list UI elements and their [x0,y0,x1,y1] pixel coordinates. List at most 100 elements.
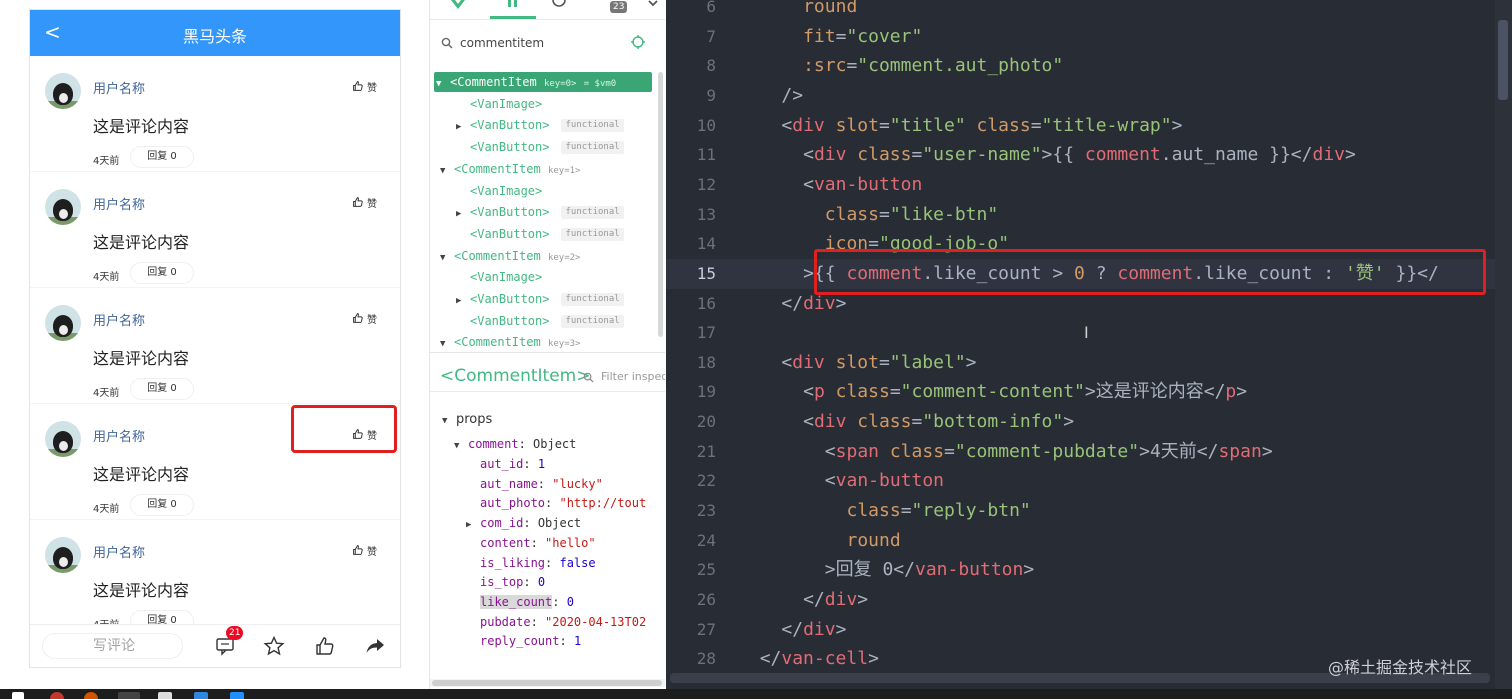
tree-node-commentitem[interactable]: ▼ <CommentItem key=3> [440,332,580,352]
inspector-hscroll[interactable] [430,679,665,687]
expand-arrow-icon[interactable]: ▶ [466,515,480,535]
code-line[interactable]: 27 </div> [666,615,1512,645]
comment-prop-row[interactable]: ▼ comment: Object [454,434,576,454]
code-line[interactable]: 22 <van-button [666,466,1512,496]
code-token: fit [803,25,836,47]
folder-icon[interactable] [158,692,172,699]
prop-row[interactable]: aut_photo: "http://tout [480,493,646,513]
prop-row[interactable]: content: "hello" [480,533,596,553]
prop-row[interactable]: is_top: 0 [480,572,545,592]
reply-button[interactable]: 回复 0 [130,378,194,400]
expand-arrow-icon[interactable]: ▶ [456,117,470,137]
tree-node-child[interactable]: ▶ <VanButton> functional [456,289,624,309]
panel-divider[interactable] [430,352,665,353]
prop-row[interactable]: like_count: 0 [480,592,574,612]
like-button[interactable]: 赞 [352,542,377,558]
code-line[interactable]: 18 <div slot="label"> [666,348,1512,378]
editor-app-icon[interactable] [230,692,244,699]
code-line[interactable]: 19 <p class="comment-content">这是评论内容</p> [666,377,1512,407]
components-tab-icon[interactable] [506,0,520,8]
code-token: > [835,618,847,640]
reply-button[interactable]: 回复 0 [130,146,194,168]
prop-row[interactable]: aut_name: "lucky" [480,474,603,494]
prop-row[interactable]: pubdate: "2020-04-13T02 [480,612,646,632]
code-line[interactable]: 9 /> [666,81,1512,111]
vue-logo-icon[interactable] [450,0,466,10]
editor-scrollbar-track[interactable] [1495,0,1512,699]
tree-node-commentitem[interactable]: ▼ <CommentItem key=2> [440,246,580,266]
code-line[interactable]: 17 [666,318,1512,348]
windows-start-icon[interactable] [12,692,24,699]
tree-node-child[interactable]: ▶ <VanButton> functional [456,115,624,135]
expand-arrow-icon[interactable]: ▼ [440,334,454,354]
code-line[interactable]: 25 >回复 0</van-button> [666,555,1512,585]
app-icon[interactable] [194,692,208,699]
code-token: class [824,203,879,225]
tree-node-child[interactable]: <VanButton> functional [456,137,624,157]
prop-row[interactable]: reply_count: 1 [480,631,581,651]
prop-row[interactable]: aut_id: 1 [480,454,545,474]
tree-node-child[interactable]: ▶ <VanButton> functional [456,202,624,222]
scroll-thumb[interactable] [432,680,662,686]
expand-arrow-icon[interactable]: ▼ [454,436,468,456]
app-icon[interactable] [118,692,140,699]
code-line[interactable]: 11 <div class="user-name">{{ comment.aut_… [666,140,1512,170]
reply-button[interactable]: 回复 0 [130,494,194,516]
star-icon[interactable] [263,635,285,657]
code-line[interactable]: 21 <span class="comment-pubdate">4天前</spa… [666,437,1512,467]
share-icon[interactable] [364,635,386,657]
write-comment-button[interactable]: 写评论 [42,633,183,659]
code-token: </ [759,648,782,670]
code-line[interactable]: 23 class="reply-btn" [666,496,1512,526]
comment-pubdate: 4天前 [93,272,120,283]
tree-node-child[interactable]: <VanButton> functional [456,224,624,244]
prop-row[interactable]: is_liking: false [480,553,596,573]
code-line[interactable]: 13 class="like-btn" [666,200,1512,230]
expand-arrow-icon[interactable]: ▼ [440,161,454,181]
code-line[interactable]: 10 <div slot="title" class="title-wrap"> [666,111,1512,141]
like-button[interactable]: 赞 [352,78,377,94]
code-token: "like-btn" [889,203,999,225]
like-text: 赞 [367,82,377,94]
select-component-icon[interactable] [631,35,645,49]
thumbs-up-icon[interactable] [314,635,336,657]
code-token: class [976,114,1031,136]
code-line[interactable]: 6 round [666,0,1512,22]
expand-arrow-icon[interactable]: ▼ [442,411,456,431]
code-text: </div> [803,585,868,615]
prop-row[interactable]: ▶ com_id: Object [466,513,581,533]
tree-scrollbar[interactable] [658,72,663,337]
tree-node-commentitem[interactable]: ▼ <CommentItem key=1> [440,159,580,179]
expand-arrow-icon[interactable]: ▶ [456,204,470,224]
reply-button[interactable]: 回复 0 [130,262,194,284]
app-icon[interactable] [84,692,98,699]
expand-arrow-icon[interactable]: ▼ [440,248,454,268]
vuex-tab-icon[interactable] [552,0,566,8]
tree-node-commentitem[interactable]: ▼ <CommentItem key=0> = $vm0 [434,72,652,92]
code-line[interactable]: 24 round [666,526,1512,556]
tree-node-child[interactable]: <VanImage> [456,181,542,201]
code-line[interactable]: 8:src="comment.aut_photo" [666,51,1512,81]
editor-scrollbar-thumb[interactable] [1498,20,1508,100]
like-button[interactable]: 赞 [352,194,377,210]
browser-icon[interactable] [50,692,64,699]
phone-preview: < 黑马头条 用户名称赞这是评论内容 4天前 回复 0 用户名称赞这是评论内容 4天前回… [0,0,428,699]
reply-button[interactable]: 回复 0 [130,610,194,624]
tree-node-child[interactable]: <VanButton> functional [456,311,624,331]
props-section[interactable]: ▼ props [442,409,492,429]
filter-inspected-input[interactable]: Filter inspected data [601,370,665,383]
like-button[interactable]: 赞 [352,310,377,326]
component-search-input[interactable]: commentitem [460,36,544,50]
tree-node-child[interactable]: <VanImage> [456,267,542,287]
tree-node-child[interactable]: <VanImage> [456,94,542,114]
code-editor[interactable]: 6 round 7 fit="cover" 8:src="comment.aut_pho… [666,0,1512,699]
active-tab-indicator [490,16,536,19]
code-line[interactable]: 12 <van-button [666,170,1512,200]
more-tabs-icon[interactable] [648,0,658,8]
expand-arrow-icon[interactable]: ▼ [436,74,450,94]
expand-arrow-icon[interactable]: ▶ [456,291,470,311]
code-line[interactable]: 26 </div> [666,585,1512,615]
code-token: "title" [889,114,966,136]
code-line[interactable]: 7 fit="cover" [666,22,1512,52]
code-line[interactable]: 20 <div class="bottom-info"> [666,407,1512,437]
